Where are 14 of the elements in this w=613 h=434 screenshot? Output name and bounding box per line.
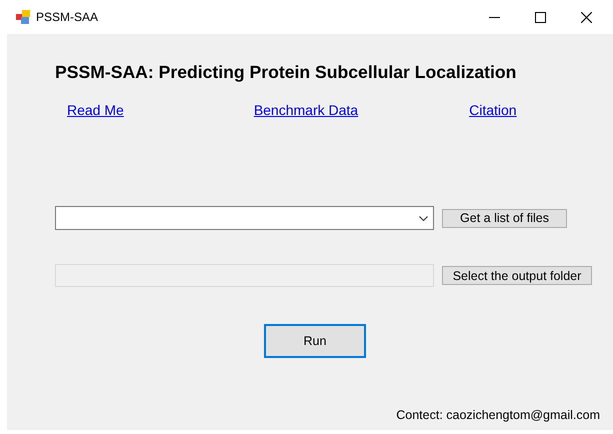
run-button[interactable]: Run xyxy=(264,324,366,358)
app-icon xyxy=(16,10,30,24)
contact-text: Contect: caozichengtom@gmail.com xyxy=(396,408,600,422)
chevron-down-icon xyxy=(419,216,428,220)
app-heading: PSSM-SAA: Predicting Protein Subcellular Localization xyxy=(55,61,518,84)
get-files-button[interactable]: Get a list of files xyxy=(442,208,567,228)
minimize-icon xyxy=(488,16,500,18)
link[interactable]: Read Me xyxy=(67,102,124,122)
link[interactable]: Benchmark Data xyxy=(254,102,358,122)
link[interactable]: Citation xyxy=(469,102,517,122)
file-dropdown[interactable] xyxy=(55,206,434,230)
maximize-icon xyxy=(534,12,546,22)
window-title: PSSM-SAA xyxy=(36,10,100,24)
close-icon xyxy=(580,12,592,22)
